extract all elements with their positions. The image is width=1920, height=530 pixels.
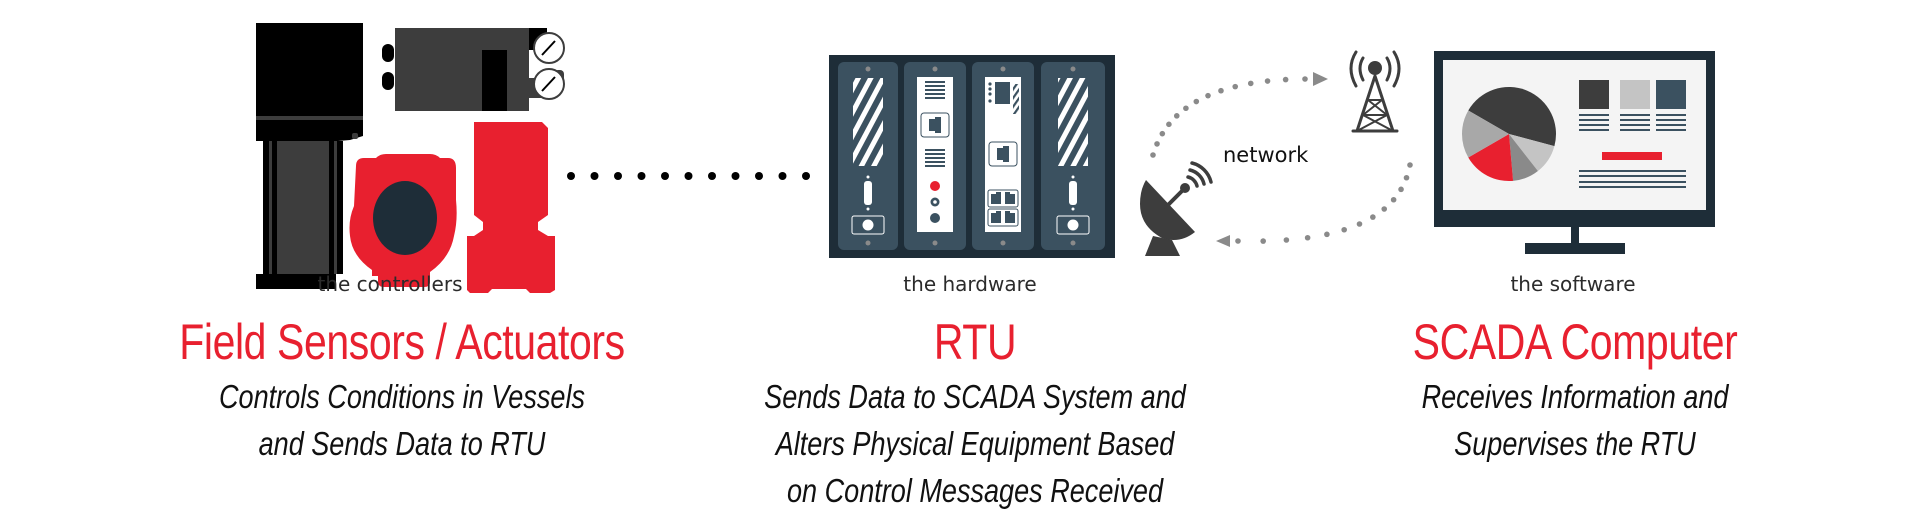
network-dot — [1324, 231, 1330, 238]
network-dot — [1264, 78, 1271, 84]
network-dot — [1193, 98, 1200, 105]
connector-dot — [684, 172, 693, 180]
network-dot — [1260, 238, 1266, 244]
subtitle-rtu: Sends Data to SCADA System and Alters Ph… — [764, 373, 1186, 514]
subtitle-line: on Control Messages Received — [786, 472, 1164, 509]
dotted-connector — [567, 172, 810, 180]
pie-chart-icon — [1461, 86, 1556, 181]
network-dot — [1150, 152, 1156, 158]
network-dot — [1205, 92, 1211, 99]
caption-software: the software — [1510, 272, 1636, 296]
connector-dot — [614, 172, 622, 180]
connector-dot — [778, 172, 787, 180]
subtitle-line: and Sends Data to RTU — [258, 425, 546, 462]
network-dot — [1304, 234, 1311, 241]
connector-dot — [590, 172, 599, 180]
connector-dot — [755, 172, 763, 180]
network-dot — [1370, 214, 1376, 220]
network-dot — [1398, 186, 1404, 193]
network-dot — [1390, 196, 1397, 203]
network-dot — [1173, 113, 1180, 119]
network-dot — [1218, 87, 1224, 94]
network-dot — [1154, 141, 1160, 147]
network-dot — [1302, 76, 1308, 82]
satellite-dish-icon — [1140, 161, 1213, 256]
network-dot — [1282, 76, 1289, 83]
network-dot — [1232, 83, 1239, 90]
caption-controllers: the controllers — [317, 272, 463, 296]
network-dot — [1247, 80, 1254, 87]
subtitle-field-sensors: Controls Conditions in Vessels and Sends… — [219, 373, 585, 467]
network-dot — [1283, 237, 1290, 243]
network-dot — [1183, 105, 1189, 112]
subtitle-scada-computer: Receives Information and Supervises the … — [1422, 373, 1729, 467]
network-dot — [1407, 162, 1413, 168]
network-dot — [1166, 121, 1172, 128]
actuator-icon — [256, 23, 363, 289]
pressure-gauge-icon — [533, 32, 565, 100]
network-dot — [1381, 206, 1388, 212]
network-dot — [1403, 174, 1410, 181]
subtitle-line: Supervises the RTU — [1454, 425, 1696, 462]
transmitter-icon — [349, 154, 457, 287]
rtu-rack-icon — [829, 55, 1115, 258]
network-dot — [1159, 130, 1166, 137]
network-label: network — [1223, 143, 1309, 167]
network-dot — [1356, 221, 1363, 227]
connector-dot — [661, 172, 669, 180]
arrow-to-tower-icon — [1313, 72, 1328, 86]
network-dot — [1341, 226, 1347, 233]
connector-dot — [637, 172, 646, 180]
connector-dot — [731, 172, 740, 180]
valve-icon — [467, 122, 555, 293]
subtitle-line: Controls Conditions in Vessels — [219, 378, 585, 415]
network-dot — [1235, 238, 1241, 244]
connector-dot — [802, 172, 810, 180]
subtitle-line: Receives Information and — [1421, 378, 1729, 415]
connector-dot — [708, 172, 716, 180]
connector-dot — [567, 172, 575, 180]
caption-hardware: the hardware — [903, 272, 1037, 296]
subtitle-line: Alters Physical Equipment Based — [775, 425, 1175, 462]
subtitle-line: Sends Data to SCADA System and — [764, 378, 1186, 415]
heading-field-sensors: Field Sensors / Actuators — [179, 314, 625, 370]
radio-tower-icon — [1349, 50, 1401, 133]
heading-scada-computer: SCADA Computer — [1412, 314, 1738, 370]
arrow-to-dish-icon — [1216, 235, 1230, 247]
heading-rtu: RTU — [933, 314, 1017, 370]
